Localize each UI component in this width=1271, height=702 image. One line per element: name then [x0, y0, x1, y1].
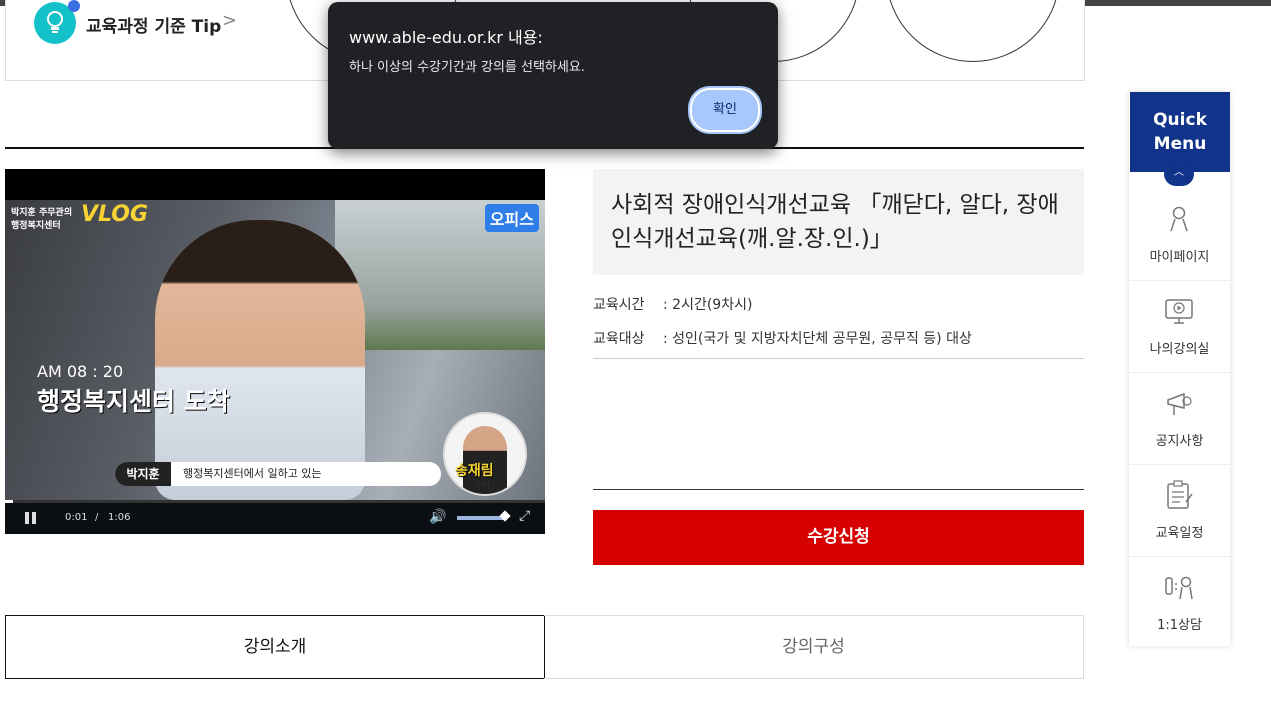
name-tag: 박지훈 — [115, 462, 171, 486]
tab-structure[interactable]: 강의구성 — [544, 615, 1084, 679]
course-title: 사회적 장애인식개선교육 「깨닫다, 알다, 장애인식개선교육(깨.알.장.인.… — [611, 192, 1059, 252]
progress-fill — [5, 500, 14, 503]
quick-item-mypage[interactable]: 마이페이지 — [1129, 188, 1230, 281]
dialog-title: www.able-edu.or.kr 내용: — [349, 28, 543, 47]
video-frame[interactable]: 박지훈 주무관의 행정복지센터 VLOG 오피스 AM 08 : 20 행정복지… — [5, 200, 545, 500]
timestamp-caption: AM 08 : 20 — [37, 362, 124, 381]
quick-item-schedule[interactable]: 교육일정 — [1129, 464, 1230, 557]
clipboard-icon — [1167, 480, 1193, 509]
info-key: 교육시간 — [593, 297, 645, 313]
info-divider — [593, 358, 1084, 359]
course-title-box: 사회적 장애인식개선교육 「깨닫다, 알다, 장애인식개선교육(깨.알.장.인.… — [593, 169, 1084, 275]
office-badge: 오피스 — [484, 204, 539, 232]
quick-item-label: 공지사항 — [1155, 434, 1204, 449]
progress-bar[interactable] — [5, 500, 545, 503]
video-controls: 0:01 / 1:06 🔊 ⤢ — [5, 500, 545, 534]
info-key: 교육대상 — [593, 331, 645, 347]
sign-language-inset: 송재림 수어 — [443, 412, 527, 496]
quick-item-label: 교육일정 — [1155, 526, 1204, 541]
presenter — [155, 220, 365, 500]
tip-link[interactable]: 교육과정 기준 Tip — [86, 12, 221, 37]
vlog-small-text-2: 행정복지센터 — [11, 221, 61, 231]
quick-menu-title: Quick Menu — [1130, 92, 1230, 172]
dialog-ok-button[interactable]: 확인 — [690, 88, 760, 132]
signer-name: 송재림 — [455, 463, 494, 479]
location-caption: 행정복지센터 도착 — [37, 387, 230, 416]
monitor-play-icon — [1165, 299, 1193, 324]
chevron-right-icon[interactable]: > — [222, 10, 237, 31]
pause-icon[interactable] — [25, 512, 37, 524]
apply-divider — [593, 489, 1084, 490]
duration: 1:06 — [108, 512, 131, 523]
vlog-small-text: 박지훈 주무관의 — [11, 208, 73, 218]
alert-dialog: www.able-edu.or.kr 내용: 하나 이상의 수강기간과 강의를 … — [328, 2, 778, 149]
megaphone-icon — [1167, 392, 1192, 415]
info-row: 교육시간 : 2시간(9차시) — [593, 294, 752, 314]
quick-item-label: 1:1상담 — [1157, 618, 1202, 633]
name-desc: 행정복지센터에서 일하고 있는 — [183, 467, 322, 480]
video-player[interactable]: 박지훈 주무관의 행정복지센터 VLOG 오피스 AM 08 : 20 행정복지… — [5, 169, 545, 534]
quick-title-2: Menu — [1153, 134, 1207, 154]
tip-dot — [68, 0, 80, 12]
quick-item-label: 나의강의실 — [1149, 342, 1210, 357]
volume-slider[interactable] — [457, 516, 505, 520]
quick-item-label: 마이페이지 — [1149, 250, 1210, 265]
info-value: : 2시간(9차시) — [663, 297, 753, 313]
name-plate: 박지훈 행정복지센터에서 일하고 있는 — [115, 462, 441, 486]
vlog-subtitle: 박지훈 주무관의 행정복지센터 — [11, 205, 72, 231]
scroll-up-button[interactable]: ︿ — [1164, 162, 1194, 186]
quick-item-consult[interactable]: 1:1상담 — [1129, 556, 1230, 648]
quick-item-classroom[interactable]: 나의강의실 — [1129, 280, 1230, 373]
vlog-title: VLOG — [81, 202, 149, 227]
apply-button[interactable]: 수강신청 — [593, 510, 1084, 565]
decor-circle — [886, 0, 1060, 62]
fullscreen-icon[interactable]: ⤢ — [519, 508, 530, 524]
consult-icon — [1165, 576, 1193, 600]
info-value: : 성인(국가 및 지방자치단체 공무원, 공무직 등) 대상 — [663, 331, 972, 347]
tab-intro[interactable]: 강의소개 — [5, 615, 545, 679]
info-row: 교육대상 : 성인(국가 및 지방자치단체 공무원, 공무직 등) 대상 — [593, 328, 972, 348]
dialog-message: 하나 이상의 수강기간과 강의를 선택하세요. — [349, 60, 585, 75]
quick-title-1: Quick — [1153, 110, 1207, 130]
signer-sub: 수어 — [475, 481, 490, 490]
current-time: 0:01 — [65, 512, 88, 523]
time-separator: / — [95, 512, 99, 523]
quick-menu: Quick Menu ︿ 마이페이지 나의강의실 공지사항 교육일정 1:1상담 — [1129, 92, 1230, 646]
person-icon — [1170, 206, 1188, 232]
quick-item-notice[interactable]: 공지사항 — [1129, 372, 1230, 465]
volume-icon[interactable]: 🔊 — [429, 509, 446, 525]
